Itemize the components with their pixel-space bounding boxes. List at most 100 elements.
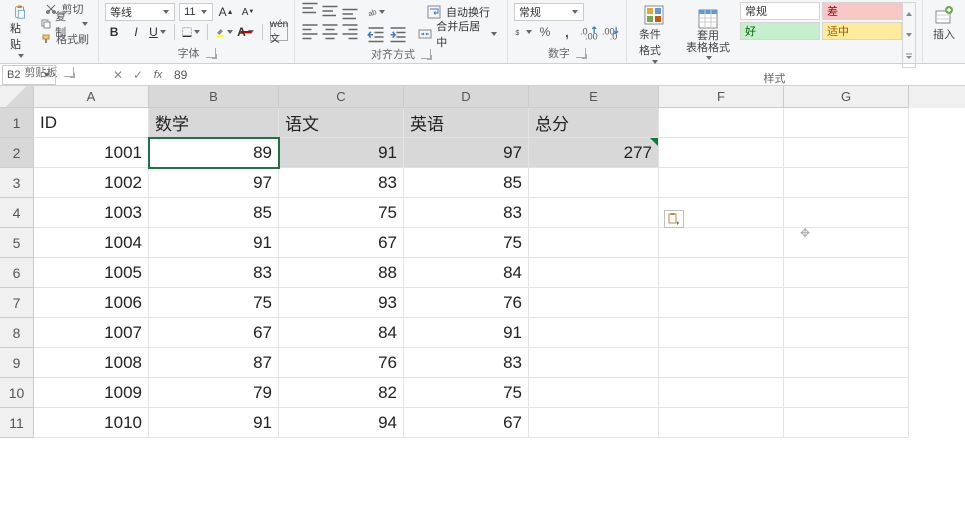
row-header-8[interactable]: 8 [0,318,34,348]
font-color-button[interactable]: A [237,23,255,41]
conditional-format-button[interactable]: 条件格式 [633,2,676,68]
enter-formula-button[interactable]: ✓ [128,65,148,85]
cell-F6[interactable] [659,258,784,288]
increase-font-button[interactable]: A▲ [217,3,235,21]
cell-E5[interactable] [529,228,659,258]
cell-F9[interactable] [659,348,784,378]
dialog-launcher-icon[interactable] [421,49,431,59]
cell-styles-gallery[interactable]: 常规 差 好 适中 [740,2,902,68]
cell-G8[interactable] [784,318,909,348]
column-header-E[interactable]: E [529,86,659,108]
cell-A6[interactable]: 1005 [34,258,149,288]
style-normal[interactable]: 常规 [740,2,820,20]
cell-D8[interactable]: 91 [404,318,529,348]
insert-function-button[interactable]: fx [148,65,168,85]
cell-B9[interactable]: 87 [149,348,279,378]
align-center-button[interactable] [321,22,339,40]
column-header-D[interactable]: D [404,86,529,108]
formula-input[interactable]: 89 [168,68,965,82]
cell-C6[interactable]: 88 [279,258,404,288]
increase-decimal-button[interactable]: .0.00 [580,23,598,41]
cell-C3[interactable]: 83 [279,168,404,198]
row-header-6[interactable]: 6 [0,258,34,288]
cell-F10[interactable] [659,378,784,408]
row-header-10[interactable]: 10 [0,378,34,408]
style-bad[interactable]: 差 [822,2,902,20]
cell-C2[interactable]: 91 [279,138,404,168]
cell-B6[interactable]: 83 [149,258,279,288]
row-header-3[interactable]: 3 [0,168,34,198]
cell-D7[interactable]: 76 [404,288,529,318]
dialog-launcher-icon[interactable] [576,48,586,58]
cell-B4[interactable]: 85 [149,198,279,228]
cell-A9[interactable]: 1008 [34,348,149,378]
column-header-G[interactable]: G [784,86,909,108]
cell-C5[interactable]: 67 [279,228,404,258]
cell-G2[interactable] [784,138,909,168]
style-neutral[interactable]: 适中 [822,22,902,40]
row-header-5[interactable]: 5 [0,228,34,258]
gallery-up-icon[interactable] [903,3,915,24]
percent-button[interactable]: % [536,23,554,41]
merge-center-button[interactable]: 合并后居中 [415,24,501,44]
column-header-B[interactable]: B [149,86,279,108]
cell-D11[interactable]: 67 [404,408,529,438]
cell-C11[interactable]: 94 [279,408,404,438]
format-painter-button[interactable]: 格式刷 [37,32,92,46]
phonetic-button[interactable]: wén文 [270,23,288,41]
row-header-2[interactable]: 2 [0,138,34,168]
cell-D5[interactable]: 75 [404,228,529,258]
column-header-F[interactable]: F [659,86,784,108]
gallery-down-icon[interactable] [903,24,915,45]
cell-D3[interactable]: 85 [404,168,529,198]
cell-G9[interactable] [784,348,909,378]
fill-color-button[interactable] [215,23,233,41]
cell-B8[interactable]: 67 [149,318,279,348]
cell-D1[interactable]: 英语 [404,108,529,138]
cell-C4[interactable]: 75 [279,198,404,228]
cancel-formula-button[interactable]: ✕ [108,65,128,85]
cell-C9[interactable]: 76 [279,348,404,378]
cell-E6[interactable] [529,258,659,288]
cell-B2[interactable]: 89 [149,138,279,168]
cell-G4[interactable] [784,198,909,228]
row-header-1[interactable]: 1 [0,108,34,138]
cell-A11[interactable]: 1010 [34,408,149,438]
cell-C1[interactable]: 语文 [279,108,404,138]
cell-F7[interactable] [659,288,784,318]
cell-E11[interactable] [529,408,659,438]
cell-F11[interactable] [659,408,784,438]
cell-D10[interactable]: 75 [404,378,529,408]
align-left-button[interactable] [301,22,319,40]
cell-C7[interactable]: 93 [279,288,404,318]
cell-A7[interactable]: 1006 [34,288,149,318]
row-header-9[interactable]: 9 [0,348,34,378]
accounting-button[interactable]: $ [514,23,532,41]
cell-B5[interactable]: 91 [149,228,279,258]
cell-A10[interactable]: 1009 [34,378,149,408]
cell-F3[interactable] [659,168,784,198]
cell-G6[interactable] [784,258,909,288]
font-name-combo[interactable]: 等线 [105,3,175,21]
cell-B3[interactable]: 97 [149,168,279,198]
dialog-launcher-icon[interactable] [206,48,216,58]
style-good[interactable]: 好 [740,22,820,40]
orientation-button[interactable]: ab [367,3,385,21]
cell-F5[interactable] [659,228,784,258]
cell-B1[interactable]: 数学 [149,108,279,138]
cell-E8[interactable] [529,318,659,348]
cell-F1[interactable] [659,108,784,138]
cell-E1[interactable]: 总分 [529,108,659,138]
cell-E9[interactable] [529,348,659,378]
decrease-font-button[interactable]: A▼ [239,3,257,21]
cell-C10[interactable]: 82 [279,378,404,408]
cell-E7[interactable] [529,288,659,318]
cell-A3[interactable]: 1002 [34,168,149,198]
dialog-launcher-icon[interactable] [64,67,74,77]
cell-B11[interactable]: 91 [149,408,279,438]
underline-button[interactable]: U [149,23,167,41]
align-top-button[interactable] [301,2,319,20]
align-right-button[interactable] [341,22,359,40]
font-size-combo[interactable]: 11 [179,3,213,21]
paste-button[interactable]: 粘贴 [6,2,35,62]
